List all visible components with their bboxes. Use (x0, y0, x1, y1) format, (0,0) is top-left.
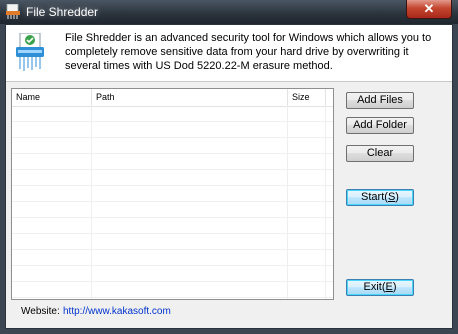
column-header-name[interactable]: Name (12, 89, 92, 106)
list-body[interactable] (12, 106, 333, 299)
start-button[interactable]: Start(S) (346, 189, 414, 206)
exit-accelerator-key: E (385, 281, 393, 293)
exit-button[interactable]: Exit(E) (346, 279, 414, 296)
start-label: Start( (361, 191, 388, 203)
column-header-size[interactable]: Size (288, 89, 326, 106)
column-header-path[interactable]: Path (92, 89, 288, 106)
clear-button[interactable]: Clear (346, 145, 414, 162)
list-header: Name Path Size (12, 89, 333, 107)
info-header: File Shredder is an advanced security to… (6, 25, 452, 82)
add-files-button[interactable]: Add Files (346, 92, 414, 109)
exit-label-end: ) (392, 281, 397, 293)
close-icon: ✕ (423, 1, 435, 16)
file-list[interactable]: Name Path Size (11, 88, 334, 300)
website-link[interactable]: http://www.kakasoft.com (63, 306, 171, 317)
add-folder-button[interactable]: Add Folder (346, 117, 414, 134)
title-bar[interactable]: File Shredder ✕ (0, 0, 458, 24)
shredder-app-icon (6, 4, 20, 19)
close-button[interactable]: ✕ (406, 0, 452, 19)
shredder-icon (16, 33, 44, 71)
window-title: File Shredder (26, 5, 99, 19)
app-window: File Shredder ✕ File Shredder is an adva… (0, 0, 458, 334)
website-label: Website: (21, 306, 60, 317)
description-text: File Shredder is an advanced security to… (65, 32, 432, 72)
client-area: File Shredder is an advanced security to… (5, 24, 453, 329)
exit-label: Exit( (363, 281, 386, 293)
start-label-end: ) (395, 191, 399, 203)
